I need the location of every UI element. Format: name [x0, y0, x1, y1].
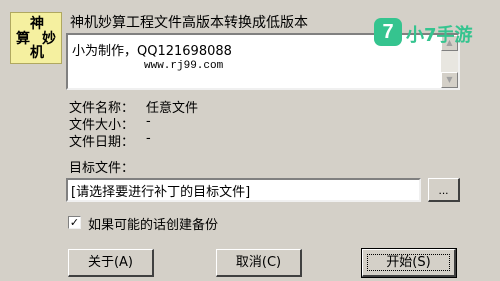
watermark-badge-icon: 7 [374, 18, 402, 46]
focus-ring [367, 254, 450, 271]
app-logo: 神 算 妙 机 [10, 12, 62, 64]
logo-char-2: 算 [16, 31, 30, 47]
info-website-line: www.rj99.com [144, 60, 224, 72]
file-size-value: - [146, 114, 151, 129]
logo-char-1: 神 [30, 16, 44, 32]
browse-button[interactable]: ... [428, 178, 460, 202]
backup-checkbox[interactable]: ✓ [68, 216, 81, 229]
logo-char-4: 机 [30, 45, 44, 61]
dialog-title: 神机妙算工程文件高版本转换成低版本 [70, 15, 308, 31]
about-button[interactable]: 关于(A) [68, 249, 154, 277]
patch-dialog: 神 算 妙 机 神机妙算工程文件高版本转换成低版本 小为制作，QQ1216980… [0, 0, 500, 281]
logo-char-3: 妙 [42, 31, 56, 47]
file-date-value: - [146, 131, 151, 146]
file-name-value: 任意文件 [146, 101, 199, 116]
start-button[interactable]: 开始(S) [361, 248, 457, 278]
scroll-down-icon[interactable]: ▼ [441, 72, 458, 88]
target-file-label: 目标文件： [69, 161, 135, 176]
target-file-input[interactable] [66, 178, 421, 202]
cancel-button[interactable]: 取消(C) [216, 249, 302, 277]
file-date-row: 文件日期： - [69, 131, 151, 150]
watermark-text: 小7手游 [406, 25, 473, 46]
backup-checkbox-label[interactable]: 如果可能的话创建备份 [88, 214, 218, 233]
file-date-label: 文件日期： [69, 135, 135, 150]
info-author-line: 小为制作，QQ121698088 [72, 44, 232, 59]
